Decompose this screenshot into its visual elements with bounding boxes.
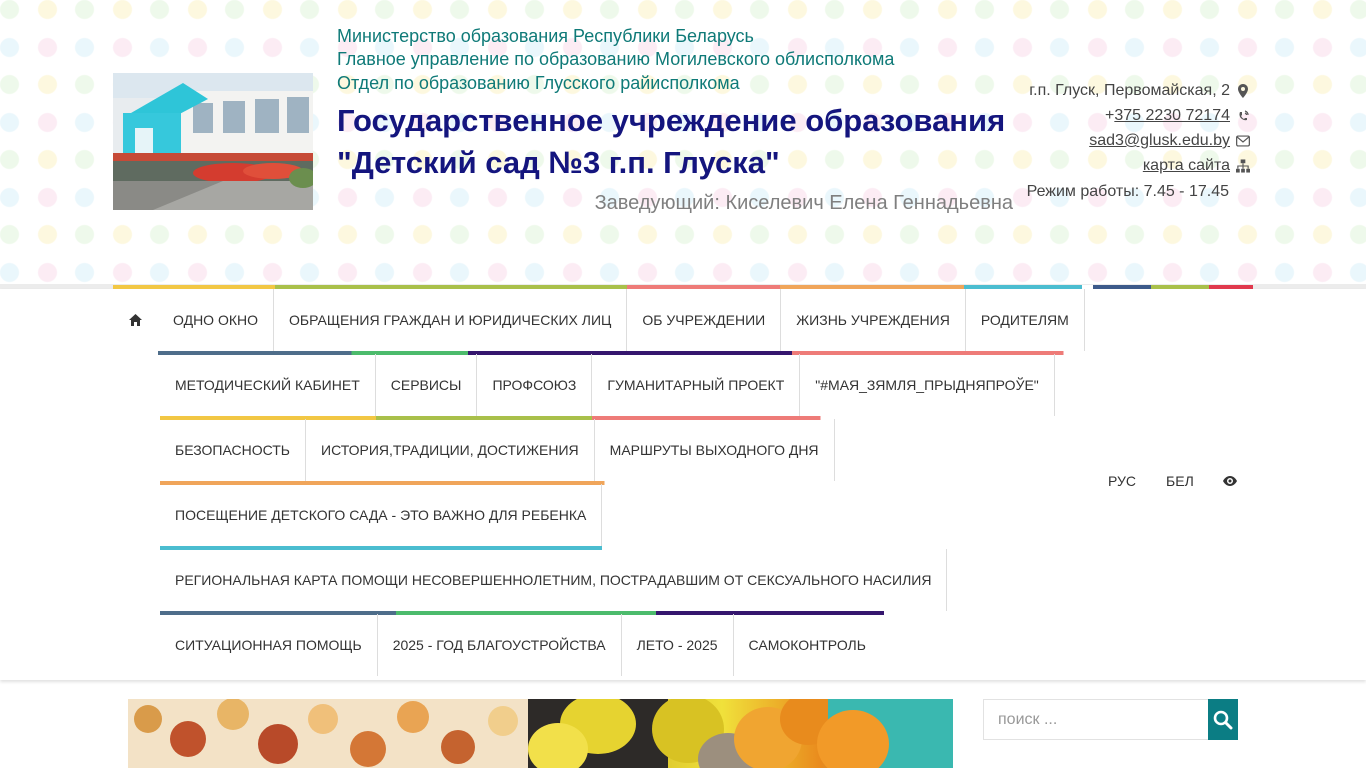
map-marker-icon xyxy=(1236,84,1250,98)
search-icon xyxy=(1213,710,1233,729)
lang-belarusian[interactable]: БЕЛ xyxy=(1151,473,1209,489)
nav-label: ОБРАЩЕНИЯ ГРАЖДАН И ЮРИДИЧЕСКИХ ЛИЦ xyxy=(289,312,612,328)
news-banner-image[interactable] xyxy=(128,699,953,768)
phone-prefix: + xyxy=(1104,107,1115,124)
nav-item-my-land[interactable]: "#МАЯ_ЗЯМЛЯ_ПРЫДНЯПРОЎЕ" xyxy=(800,354,1055,420)
lang-russian[interactable]: РУС xyxy=(1093,473,1151,489)
nav-label: ГУМАНИТАРНЫЙ ПРОЕКТ xyxy=(607,377,785,393)
nav-item-about[interactable]: ОБ УЧРЕЖДЕНИИ xyxy=(627,289,782,355)
nav-item-summer-2025[interactable]: ЛЕТО - 2025 xyxy=(622,614,734,676)
phone-link[interactable]: 375 2230 72174 xyxy=(1114,107,1230,125)
nav-item-regional-map[interactable]: РЕГИОНАЛЬНАЯ КАРТА ПОМОЩИ НЕСОВЕРШЕННОЛЕ… xyxy=(160,549,948,615)
nav-label: МЕТОДИЧЕСКИЙ КАБИНЕТ xyxy=(175,377,360,393)
organization-title-line-2: "Детский сад №3 г.п. Глуска" xyxy=(337,145,780,180)
home-icon xyxy=(129,314,142,326)
contact-sitemap: карта сайта xyxy=(1143,155,1250,177)
address-text: г.п. Глуск, Первомайская, 2 xyxy=(1029,82,1230,99)
contact-phone: + 375 2230 72174 xyxy=(1105,105,1250,127)
nav-item-humanitarian[interactable]: ГУМАНИТАРНЫЙ ПРОЕКТ xyxy=(592,354,801,420)
contact-email: sad3@glusk.edu.by xyxy=(1089,130,1250,152)
nav-label: ЛЕТО - 2025 xyxy=(636,637,718,653)
nav-label: БЕЗОПАСНОСТЬ xyxy=(175,442,290,458)
nav-label: МАРШРУТЫ ВЫХОДНОГО ДНЯ xyxy=(609,442,819,458)
nav-item-attendance[interactable]: ПОСЕЩЕНИЕ ДЕТСКОГО САДА - ЭТО ВАЖНО ДЛЯ … xyxy=(160,484,603,550)
kindergarten-building-photo xyxy=(113,73,313,210)
nav-row-6: СИТУАЦИОННАЯ ПОМОЩЬ 2025 - ГОД БЛАГОУСТР… xyxy=(160,614,881,679)
organization-title-line-1: Государственное учреждение образования xyxy=(337,103,1006,138)
email-link[interactable]: sad3@glusk.edu.by xyxy=(1089,132,1230,150)
phone-icon xyxy=(1236,109,1250,123)
nav-label: ПРОФСОЮЗ xyxy=(492,377,577,393)
nav-label: РЕГИОНАЛЬНАЯ КАРТА ПОМОЩИ НЕСОВЕРШЕННОЛЕ… xyxy=(175,572,932,588)
ministry-line-3: Отдел по образованию Глусского райисполк… xyxy=(337,73,740,93)
nav-underline xyxy=(800,416,1055,420)
nav-item-weekend-routes[interactable]: МАРШРУТЫ ВЫХОДНОГО ДНЯ xyxy=(594,419,835,485)
nav-label: РОДИТЕЛЯМ xyxy=(980,312,1069,328)
nav-label: СИТУАЦИОННАЯ ПОМОЩЬ xyxy=(175,637,362,653)
nav-label: ОБ УЧРЕЖДЕНИИ xyxy=(642,312,766,328)
nav-row-3: БЕЗОПАСНОСТЬ ИСТОРИЯ,ТРАДИЦИИ, ДОСТИЖЕНИ… xyxy=(160,419,835,485)
ministry-line-1: Министерство образования Республики Бела… xyxy=(337,26,754,46)
nav-label: САМОКОНТРОЛЬ xyxy=(748,637,866,653)
nav-item-self-control[interactable]: САМОКОНТРОЛЬ xyxy=(734,614,881,676)
search-input[interactable]: поиск ... xyxy=(983,699,1209,740)
nav-row-2: МЕТОДИЧЕСКИЙ КАБИНЕТ СЕРВИСЫ ПРОФСОЮЗ ГУ… xyxy=(160,354,1055,420)
nav-item-situational-help[interactable]: СИТУАЦИОННАЯ ПОМОЩЬ xyxy=(160,614,378,676)
nav-underline xyxy=(594,481,835,485)
nav-label: СЕРВИСЫ xyxy=(390,377,462,393)
nav-label: ПОСЕЩЕНИЕ ДЕТСКОГО САДА - ЭТО ВАЖНО ДЛЯ … xyxy=(175,507,587,523)
director-name: Заведующий: Киселевич Елена Геннадьевна xyxy=(594,192,1013,214)
nav-label: ИСТОРИЯ,ТРАДИЦИИ, ДОСТИЖЕНИЯ xyxy=(321,442,579,458)
nav-item-year-2025[interactable]: 2025 - ГОД БЛАГОУСТРОЙСТВА xyxy=(378,614,622,676)
eye-icon xyxy=(1222,476,1237,486)
nav-item-appeals[interactable]: ОБРАЩЕНИЯ ГРАЖДАН И ЮРИДИЧЕСКИХ ЛИЦ xyxy=(274,289,628,355)
nav-row-5: РЕГИОНАЛЬНАЯ КАРТА ПОМОЩИ НЕСОВЕРШЕННОЛЕ… xyxy=(160,549,948,615)
nav-row-4: ПОСЕЩЕНИЕ ДЕТСКОГО САДА - ЭТО ВАЖНО ДЛЯ … xyxy=(160,484,603,550)
nav-item-methodical[interactable]: МЕТОДИЧЕСКИЙ КАБИНЕТ xyxy=(160,354,376,420)
language-switcher: РУС БЕЛ xyxy=(1093,461,1251,501)
sitemap-icon xyxy=(1236,159,1250,173)
nav-item-one-window[interactable]: ОДНО ОКНО xyxy=(158,289,274,355)
nav-item-history[interactable]: ИСТОРИЯ,ТРАДИЦИИ, ДОСТИЖЕНИЯ xyxy=(306,419,595,485)
envelope-icon xyxy=(1236,134,1250,148)
site-header: Министерство образования Республики Бела… xyxy=(0,0,1366,286)
organization-title: Государственное учреждение образования "… xyxy=(337,100,1027,184)
accessibility-button[interactable] xyxy=(1209,476,1251,486)
working-hours: Режим работы: 7.45 - 17.45 xyxy=(1026,183,1229,200)
search-button[interactable] xyxy=(1208,699,1238,740)
nav-label: ЖИЗНЬ УЧРЕЖДЕНИЯ xyxy=(796,312,950,328)
nav-label: "#МАЯ_ЗЯМЛЯ_ПРЫДНЯПРОЎЕ" xyxy=(815,377,1039,393)
nav-item-services[interactable]: СЕРВИСЫ xyxy=(375,354,478,420)
nav-item-parents[interactable]: РОДИТЕЛЯМ xyxy=(965,289,1085,355)
nav-label: ОДНО ОКНО xyxy=(173,312,258,328)
main-navigation: ОДНО ОКНО ОБРАЩЕНИЯ ГРАЖДАН И ЮРИДИЧЕСКИ… xyxy=(0,285,1366,680)
nav-item-life[interactable]: ЖИЗНЬ УЧРЕЖДЕНИЯ xyxy=(781,289,966,355)
contact-address: г.п. Глуск, Первомайская, 2 xyxy=(1029,80,1250,102)
home-button[interactable] xyxy=(113,289,158,351)
nav-item-safety[interactable]: БЕЗОПАСНОСТЬ xyxy=(160,419,306,485)
nav-item-union[interactable]: ПРОФСОЮЗ xyxy=(477,354,593,420)
nav-row-1: ОДНО ОКНО ОБРАЩЕНИЯ ГРАЖДАН И ЮРИДИЧЕСКИ… xyxy=(113,289,1085,355)
sitemap-link[interactable]: карта сайта xyxy=(1143,157,1230,175)
ministry-line-2: Главное управление по образованию Могиле… xyxy=(337,49,895,69)
nav-label: 2025 - ГОД БЛАГОУСТРОЙСТВА xyxy=(392,637,606,653)
